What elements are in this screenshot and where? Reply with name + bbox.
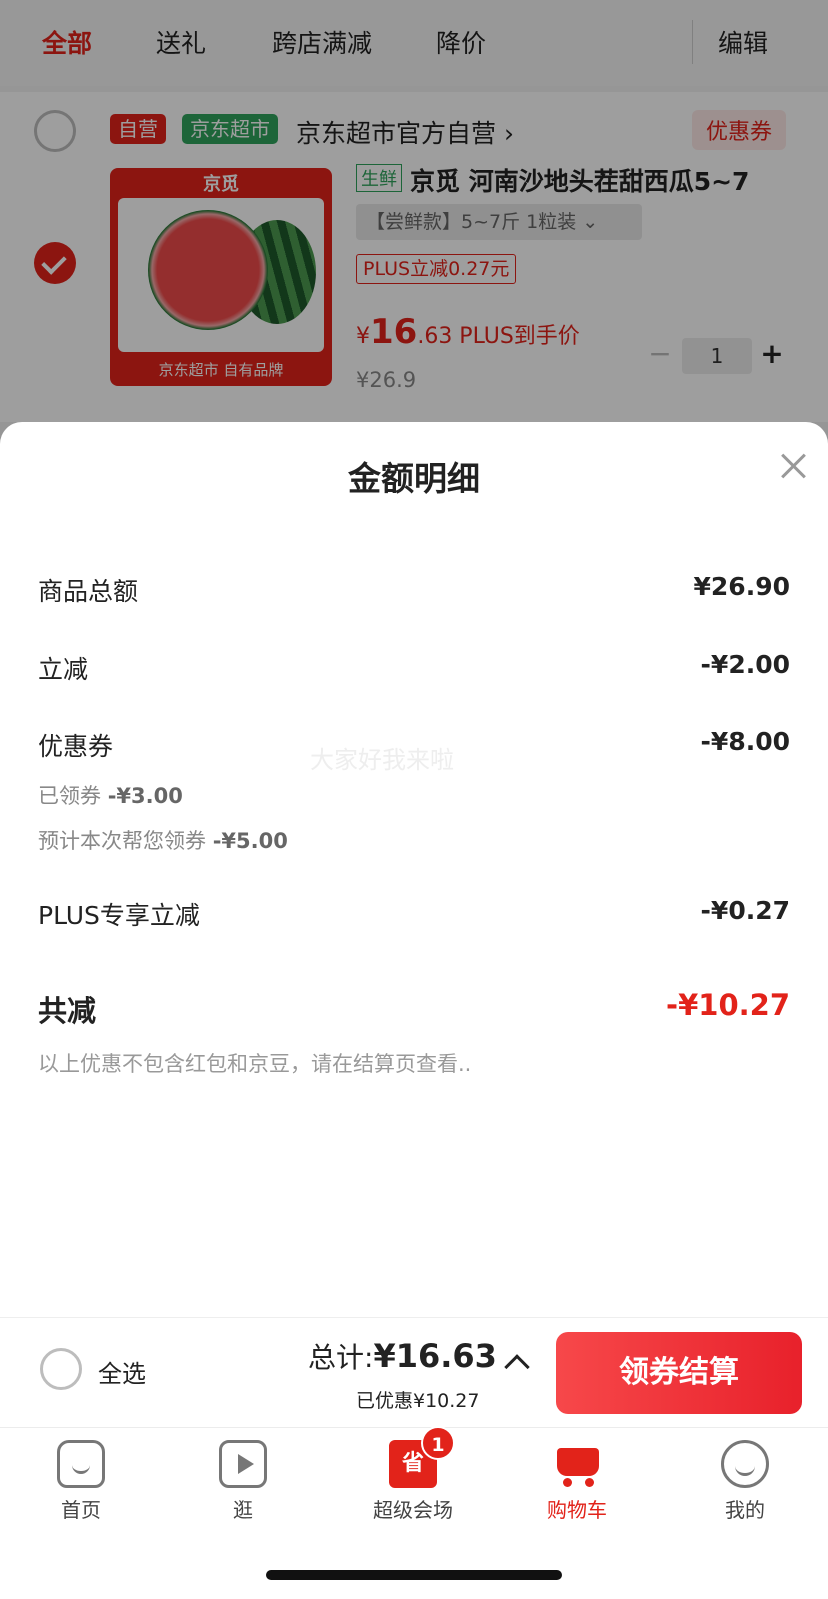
dim-overlay[interactable] (0, 0, 828, 470)
goods-total-label: 商品总额 (38, 577, 139, 606)
saved-amount: 已优惠¥10.27 (356, 1390, 480, 1412)
nav-browse-label: 逛 (233, 1498, 253, 1522)
home-indicator (266, 1570, 562, 1580)
chevron-up-icon[interactable] (504, 1354, 530, 1380)
nav-cart[interactable]: 购物车 (522, 1440, 632, 1523)
coupon-predict-row: 预计本次帮您领券 -¥5.00 (38, 825, 288, 855)
plus-discount-label: PLUS专享立减 (38, 901, 200, 930)
nav-home[interactable]: 首页 (26, 1440, 136, 1523)
coupon-predict-label: 预计本次帮您领券 (38, 829, 206, 853)
plus-discount-value: -¥0.27 (700, 896, 790, 925)
smile-icon (721, 1440, 769, 1488)
gift-icon: 省 1 (389, 1426, 455, 1488)
coupon-claimed-value: -¥3.00 (107, 784, 183, 808)
total-discount-label: 共减 (38, 994, 97, 1028)
direct-discount-label: 立减 (38, 655, 89, 684)
total-discount-value: -¥10.27 (666, 988, 790, 1022)
nav-home-label: 首页 (61, 1498, 101, 1522)
coupon-predict-value: -¥5.00 (212, 829, 288, 853)
coupon-claimed-row: 已领券 -¥3.00 (38, 780, 183, 810)
coupon-claimed-label: 已领券 (38, 784, 101, 808)
goods-total-value: ¥26.90 (693, 572, 790, 601)
nav-me-label: 我的 (725, 1498, 765, 1522)
checkout-bar: 全选 总计:¥16.63 已优惠¥10.27 领券结算 (0, 1317, 828, 1427)
nav-super[interactable]: 省 1 超级会场 (358, 1426, 468, 1523)
home-icon (57, 1440, 105, 1488)
cart-icon (553, 1440, 601, 1488)
amount-detail-sheet: 金额明细 商品总额 ¥26.90 立减 -¥2.00 优惠券 -¥8.00 大家… (0, 422, 828, 1317)
total-price: 总计:¥16.63 (308, 1336, 497, 1376)
total-value: ¥16.63 (373, 1337, 497, 1375)
discount-note: 以上优惠不包含红包和京豆，请在结算页查看.. (38, 1052, 472, 1076)
nav-super-label: 超级会场 (373, 1498, 453, 1522)
nav-cart-label: 购物车 (547, 1498, 607, 1522)
direct-discount-value: -¥2.00 (700, 650, 790, 679)
nav-browse[interactable]: 逛 (188, 1440, 298, 1523)
gift-icon-char: 省 (401, 1451, 424, 1476)
coupon-value: -¥8.00 (700, 727, 790, 756)
play-icon (219, 1440, 267, 1488)
close-icon[interactable] (776, 448, 812, 484)
sheet-title: 金额明细 (348, 459, 480, 498)
coupon-label: 优惠券 (38, 732, 114, 761)
total-prefix: 总计: (308, 1341, 374, 1374)
select-all-checkbox[interactable] (40, 1348, 82, 1390)
nav-me[interactable]: 我的 (690, 1440, 800, 1523)
watermark-text: 大家好我来啦 (310, 746, 454, 774)
checkout-button[interactable]: 领券结算 (556, 1332, 802, 1414)
select-all-label[interactable]: 全选 (98, 1354, 146, 1389)
nav-super-badge: 1 (421, 1426, 455, 1460)
